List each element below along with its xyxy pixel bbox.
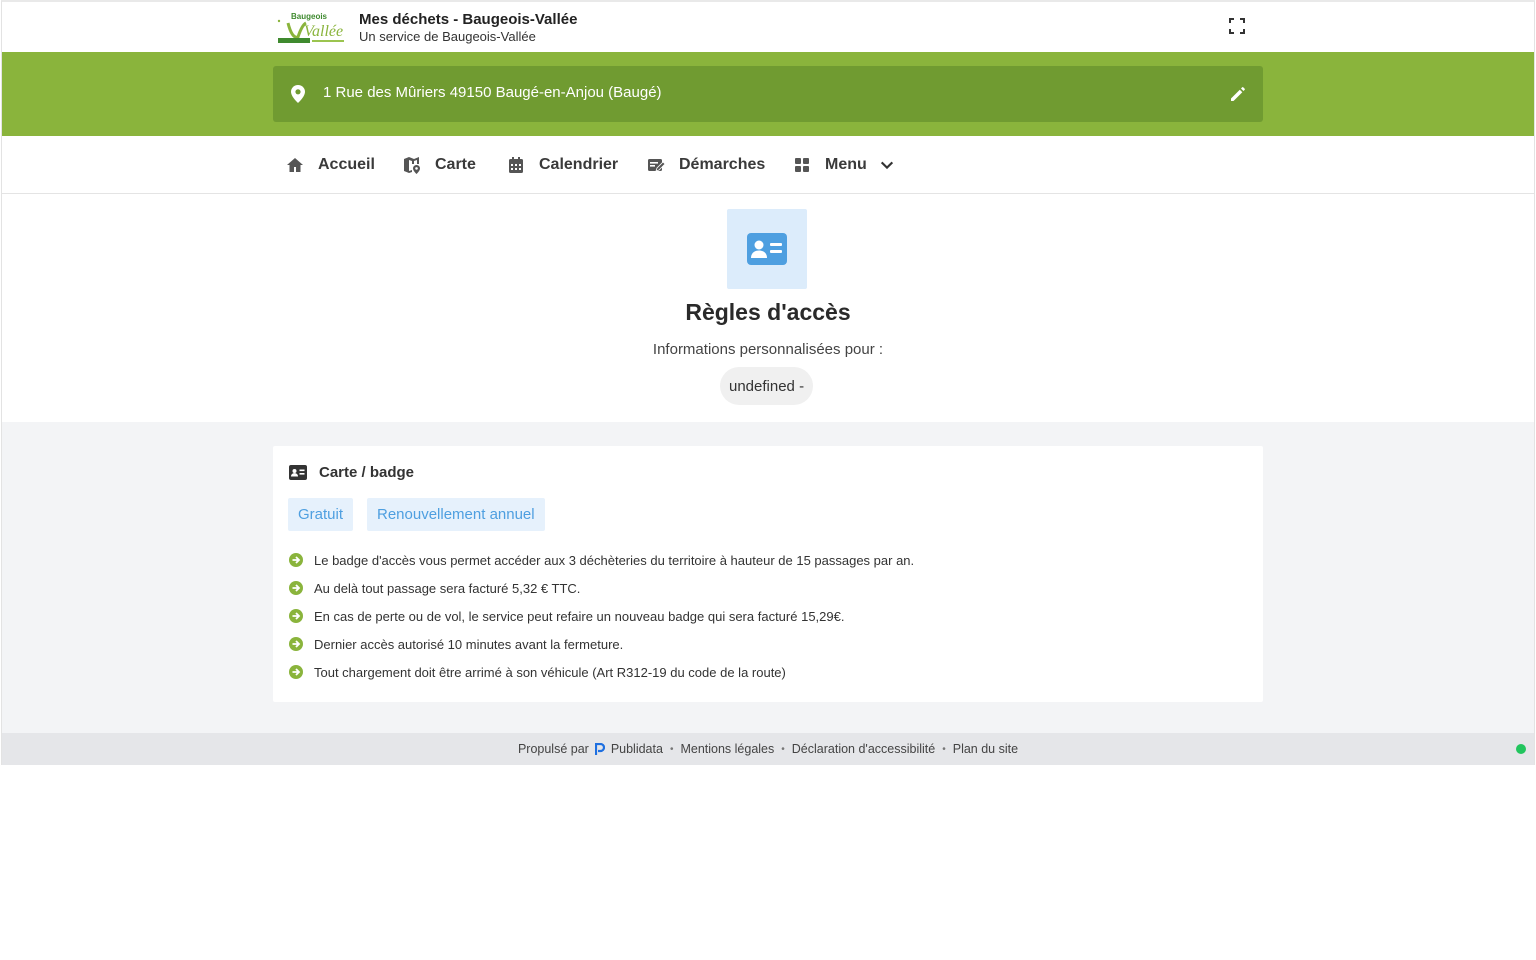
- app-frame: Baugeois Vallée Mes déchets - Baugeois-V…: [1, 0, 1535, 765]
- card-header: Carte / badge: [289, 464, 414, 481]
- pencil-icon[interactable]: [1229, 85, 1247, 103]
- list-item: Dernier accès autorisé 10 minutes avant …: [289, 630, 914, 658]
- list-item: Au delà tout passage sera facturé 5,32 €…: [289, 574, 914, 602]
- powered-by: Propulsé par Publidata: [518, 742, 663, 756]
- page-subtitle: Informations personnalisées pour :: [652, 341, 884, 358]
- nav-item-carte[interactable]: Carte: [403, 136, 476, 194]
- nav-item-calendrier[interactable]: Calendrier: [507, 136, 618, 194]
- tag-gratuit: Gratuit: [288, 498, 354, 531]
- rules-list: Le badge d'accès vous permet accéder aux…: [289, 546, 914, 686]
- arrow-circle-right-icon: [289, 665, 303, 679]
- content-area: Carte / badge Gratuit Renouvellement ann…: [2, 422, 1534, 733]
- separator: •: [781, 743, 785, 755]
- site-title: Mes déchets - Baugeois-Vallée: [359, 11, 578, 28]
- list-item: En cas de perte ou de vol, le service pe…: [289, 602, 914, 630]
- nav-item-demarches[interactable]: Démarches: [647, 136, 765, 194]
- rule-text: Le badge d'accès vous permet accéder aux…: [314, 552, 915, 568]
- id-card-icon: [747, 233, 787, 265]
- address-text: 1 Rue des Mûriers 49150 Baugé-en-Anjou (…: [323, 84, 662, 101]
- baugeois-vallee-logo[interactable]: Baugeois Vallée: [276, 11, 346, 45]
- nav-item-menu[interactable]: Menu: [793, 136, 895, 194]
- svg-text:Vallée: Vallée: [304, 23, 343, 40]
- separator: •: [942, 743, 946, 755]
- arrow-circle-right-icon: [289, 581, 303, 595]
- card-title: Carte / badge: [319, 464, 415, 481]
- rule-text: En cas de perte ou de vol, le service pe…: [314, 608, 845, 624]
- svg-text:Baugeois: Baugeois: [291, 12, 328, 21]
- nav-label: Menu: [825, 156, 867, 173]
- arrow-circle-right-icon: [289, 553, 303, 567]
- home-icon: [287, 158, 303, 172]
- nav-label: Carte: [435, 156, 476, 173]
- map-pin-icon: [291, 85, 305, 103]
- separator: •: [669, 743, 674, 755]
- main-nav: Accueil Carte Calendrier Démarches Menu: [2, 136, 1534, 194]
- tag-renouvellement: Renouvellement annuel: [367, 498, 545, 531]
- nav-label: Calendrier: [539, 156, 619, 173]
- page-heading: Règles d'accès Informations personnalisé…: [2, 195, 1534, 422]
- chevron-down-icon: [880, 161, 893, 170]
- form-icon: [648, 159, 665, 172]
- fullscreen-icon[interactable]: [1228, 17, 1246, 35]
- powered-by-label: Propulsé par: [517, 742, 589, 756]
- address-band: 1 Rue des Mûriers 49150 Baugé-en-Anjou (…: [2, 52, 1534, 136]
- site-subtitle: Un service de Baugeois-Vallée: [359, 29, 536, 44]
- publidata-link[interactable]: Publidata: [611, 742, 663, 756]
- site-footer: Propulsé par Publidata • Mentions légale…: [2, 733, 1534, 765]
- id-card-icon: [289, 465, 307, 480]
- list-item: Le badge d'accès vous permet accéder aux…: [289, 546, 914, 574]
- arrow-circle-right-icon: [289, 637, 303, 651]
- access-card: Carte / badge Gratuit Renouvellement ann…: [273, 446, 1263, 702]
- rule-text: Dernier accès autorisé 10 minutes avant …: [314, 636, 624, 652]
- calendar-icon: [509, 157, 523, 173]
- address-selector[interactable]: 1 Rue des Mûriers 49150 Baugé-en-Anjou (…: [273, 66, 1263, 122]
- map-icon: [404, 157, 420, 174]
- nav-item-accueil[interactable]: Accueil: [286, 136, 375, 194]
- grid-icon: [795, 158, 809, 172]
- plan-du-site-link[interactable]: Plan du site: [953, 742, 1018, 756]
- list-item: Tout chargement doit être arrimé à son v…: [289, 658, 914, 686]
- nav-label: Accueil: [318, 156, 375, 173]
- status-dot: [1516, 744, 1526, 754]
- arrow-circle-right-icon: [289, 609, 303, 623]
- nav-label: Démarches: [679, 156, 766, 173]
- profile-chip[interactable]: undefined -: [720, 367, 814, 405]
- rule-text: Au delà tout passage sera facturé 5,32 €…: [314, 580, 581, 596]
- title-icon-box: [727, 209, 807, 289]
- site-header: Baugeois Vallée Mes déchets - Baugeois-V…: [2, 2, 1534, 52]
- publidata-logo-icon: [594, 743, 605, 755]
- page-title: Règles d'accès: [685, 299, 851, 325]
- rule-text: Tout chargement doit être arrimé à son v…: [314, 664, 786, 680]
- mentions-legales-link[interactable]: Mentions légales: [680, 742, 774, 756]
- accessibilite-link[interactable]: Déclaration d'accessibilité: [792, 742, 935, 756]
